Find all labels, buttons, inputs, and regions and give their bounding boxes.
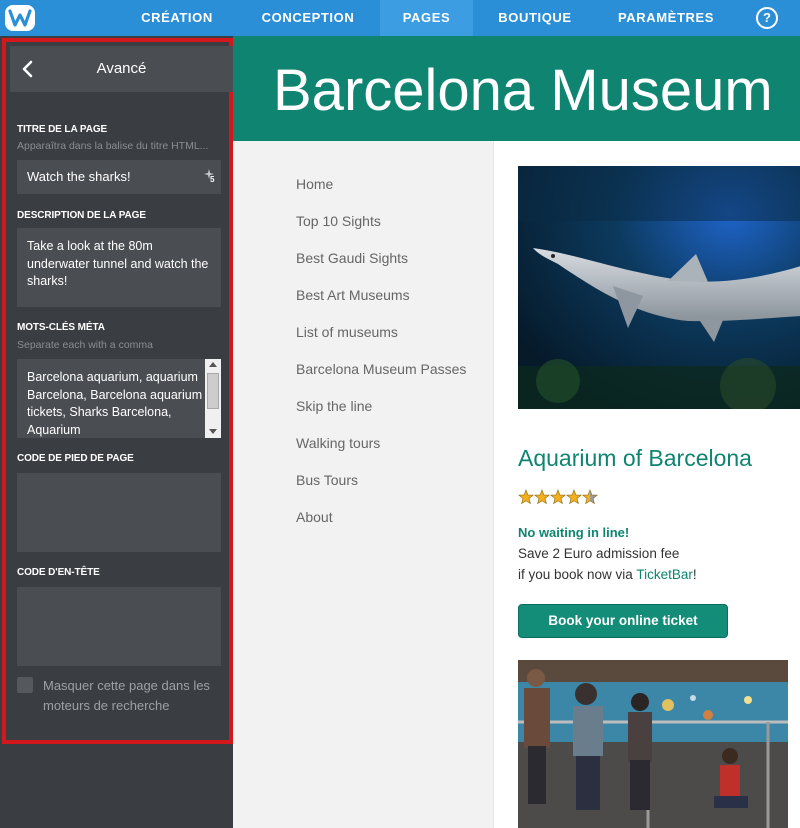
panel-header: Avancé (10, 46, 233, 92)
site-navigation: Home Top 10 Sights Best Gaudi Sights Bes… (233, 141, 493, 828)
page-title-hint: Apparaîtra dans la balise du titre HTML.… (17, 140, 209, 152)
footer-code-textarea[interactable] (17, 473, 221, 552)
nav-pages[interactable]: PAGES (380, 0, 473, 36)
top-nav-bar: CRÉATION CONCEPTION PAGES BOUTIQUE PARAM… (0, 0, 800, 36)
site-nav-walking-tours[interactable]: Walking tours (296, 433, 380, 453)
aquarium-visitors-photo[interactable] (518, 660, 788, 828)
no-waiting-text: No waiting in line! (518, 525, 630, 540)
scrollbar-thumb[interactable] (207, 373, 219, 409)
panel-title: Avancé (96, 60, 147, 77)
hide-from-search-label: Masquer cette page dans les moteurs de r… (43, 678, 210, 713)
book-via-suffix: ! (692, 567, 697, 582)
seo-badge: 5 (210, 175, 215, 184)
shark-photo[interactable] (518, 166, 800, 409)
rating-star-icon (582, 489, 598, 505)
book-via-text: if you book now via TicketBar! (518, 567, 697, 582)
description-textarea[interactable]: Take a look at the 80m underwater tunnel… (17, 228, 221, 307)
nav-creation[interactable]: CRÉATION (126, 0, 228, 36)
rating-stars (518, 489, 608, 510)
page-content: Aquarium of Barcelona No waiting in line… (493, 141, 800, 828)
seo-sparkle-icon[interactable]: 5 (203, 168, 217, 186)
weebly-logo-icon[interactable] (5, 5, 35, 31)
nav-boutique[interactable]: BOUTIQUE (486, 0, 584, 36)
nav-conception[interactable]: CONCEPTION (244, 0, 372, 36)
rating-star-icon (518, 489, 534, 505)
page-title-input[interactable]: Watch the sharks! 5 (17, 160, 221, 194)
rating-star-icon (550, 489, 566, 505)
site-nav-museum-passes[interactable]: Barcelona Museum Passes (296, 359, 466, 379)
header-code-textarea[interactable] (17, 587, 221, 666)
scroll-down-icon[interactable] (209, 429, 217, 434)
section-heading: Aquarium of Barcelona (518, 445, 752, 471)
site-title[interactable]: Barcelona Museum (273, 58, 773, 124)
keywords-label: MOTS-CLÉS MÉTA (17, 322, 105, 333)
book-ticket-button[interactable]: Book your online ticket (518, 604, 728, 638)
site-nav-home[interactable]: Home (296, 174, 333, 194)
book-via-prefix: if you book now via (518, 567, 637, 582)
scroll-up-icon[interactable] (209, 362, 217, 367)
site-nav-art-museums[interactable]: Best Art Museums (296, 285, 410, 305)
nav-parametres[interactable]: PARAMÈTRES (604, 0, 728, 36)
footer-code-label: CODE DE PIED DE PAGE (17, 453, 134, 464)
site-nav-skip-the-line[interactable]: Skip the line (296, 396, 372, 416)
rating-star-icon (534, 489, 550, 505)
hide-from-search-checkbox[interactable] (17, 677, 33, 693)
site-nav-gaudi-sights[interactable]: Best Gaudi Sights (296, 248, 408, 268)
site-header-banner: Barcelona Museum (233, 36, 800, 141)
admission-fee-text: Save 2 Euro admission fee (518, 546, 680, 561)
advanced-settings-panel: Avancé TITRE DE LA PAGE Apparaîtra dans … (2, 38, 233, 744)
keywords-textarea[interactable]: Barcelona aquarium, aquarium Barcelona, … (17, 359, 221, 438)
ticketbar-link[interactable]: TicketBar (636, 567, 693, 582)
keywords-scrollbar[interactable] (205, 359, 221, 438)
page-title-label: TITRE DE LA PAGE (17, 124, 108, 135)
site-nav-top-10-sights[interactable]: Top 10 Sights (296, 211, 381, 231)
site-nav-list-of-museums[interactable]: List of museums (296, 322, 398, 342)
page-title-value: Watch the sharks! (27, 169, 131, 184)
help-icon[interactable]: ? (756, 7, 778, 29)
rating-star-icon (566, 489, 582, 505)
header-code-label: CODE D'EN-TÊTE (17, 567, 100, 578)
keywords-hint: Separate each with a comma (17, 339, 153, 351)
description-label: DESCRIPTION DE LA PAGE (17, 210, 146, 221)
site-nav-bus-tours[interactable]: Bus Tours (296, 470, 358, 490)
site-nav-about[interactable]: About (296, 507, 333, 527)
keywords-value: Barcelona aquarium, aquarium Barcelona, … (27, 370, 203, 437)
